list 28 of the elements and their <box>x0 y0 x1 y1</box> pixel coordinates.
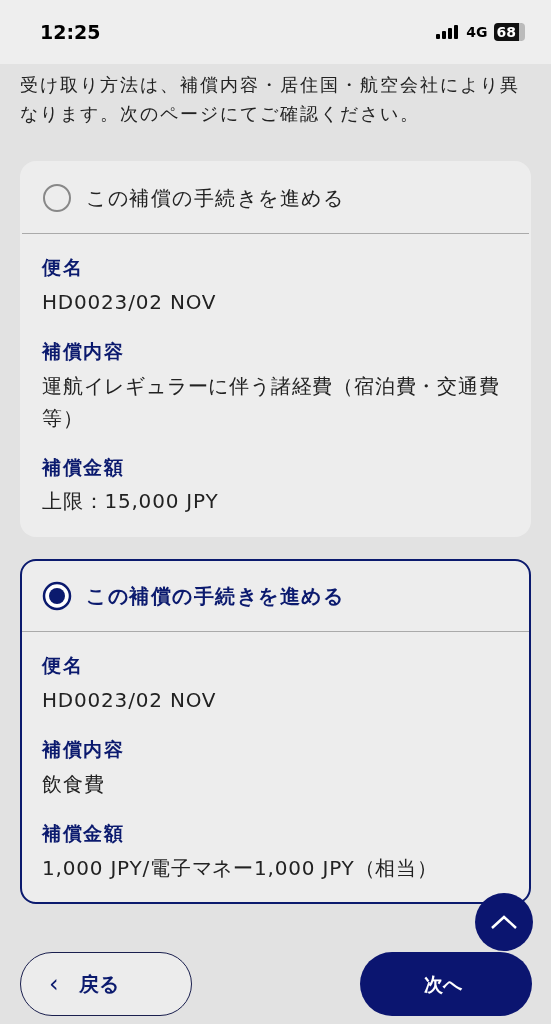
field-label: 便名 <box>42 654 84 679</box>
chevron-up-icon <box>490 914 518 930</box>
field-value: 上限：15,000 JPY <box>42 488 220 516</box>
field-label: 補償内容 <box>42 738 125 762</box>
battery-icon: 68 <box>493 23 525 41</box>
option-label: この補償の手続きを進める <box>86 185 344 212</box>
clock: 12:25 <box>40 19 101 45</box>
intro-text: 受け取り方法は、補償内容・居住国・航空会社により異なります。次のページにてご確認ください。 <box>19 73 521 126</box>
field-label: 補償金額 <box>42 821 125 846</box>
next-button[interactable]: 次へ <box>360 952 532 1016</box>
signal-icon <box>436 25 461 39</box>
option-label: この補償の手続きを進める <box>86 583 344 611</box>
radio-button[interactable] <box>42 183 72 213</box>
field-value: HD0023/02 NOV <box>42 288 218 316</box>
back-button[interactable]: ‹ 戻る <box>20 952 192 1016</box>
field-value: HD0023/02 NOV <box>42 687 218 714</box>
field-label: 補償金額 <box>42 455 125 480</box>
field-value: 運航イレギュラーに伴う諸経費（宿泊費・交通費等） <box>42 372 501 432</box>
option-card[interactable]: この補償の手続きを進める 便名 HD0023/02 NOV 補償内容 運航イレギュラーに伴う諸経費（宿泊費・交通費等） 補償金額 上限：15,000 JPY <box>20 161 531 538</box>
radio-button[interactable] <box>42 581 72 612</box>
field-label: 補償内容 <box>42 339 125 364</box>
scroll-top-button[interactable] <box>475 893 533 951</box>
option-card[interactable]: この補償の手続きを進める 便名 HD0023/02 NOV 補償内容 飲食費 補償金額 1,000 JPY/電子マネー1,000 JPY（相当） <box>20 559 531 904</box>
chevron-left-icon: ‹ <box>49 966 59 1002</box>
network-label: 4G <box>466 22 488 42</box>
field-label: 便名 <box>42 256 84 280</box>
field-value: 1,000 JPY/電子マネー1,000 JPY（相当） <box>42 854 439 882</box>
field-value: 飲食費 <box>42 770 106 798</box>
